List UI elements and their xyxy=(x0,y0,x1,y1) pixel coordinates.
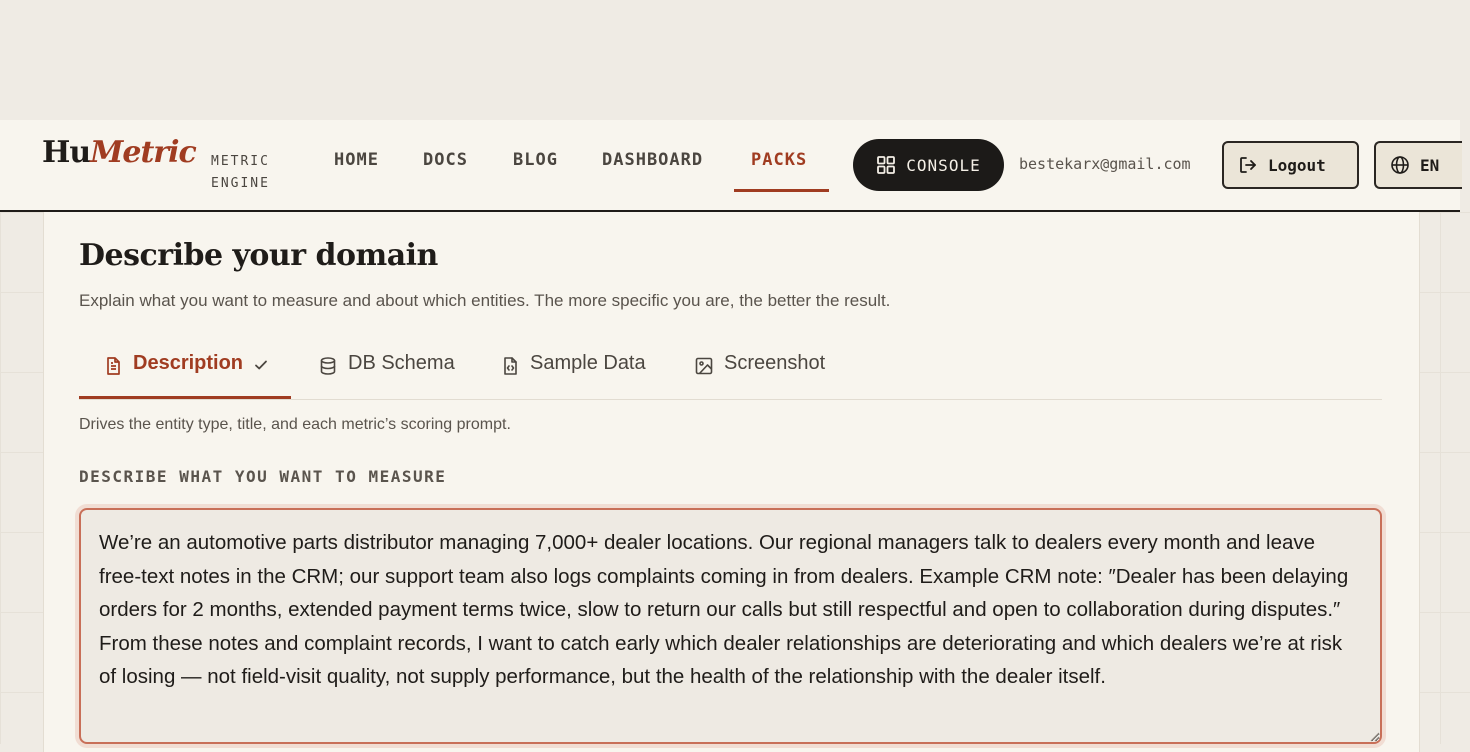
language-button[interactable]: EN xyxy=(1374,141,1462,189)
card-subtitle: Explain what you want to measure and abo… xyxy=(79,291,891,310)
nav-home[interactable]: HOME xyxy=(334,150,379,170)
tab-sample-data-label: Sample Data xyxy=(530,352,646,374)
tab-sample-data[interactable]: Sample Data xyxy=(500,352,646,398)
logo-text-hu: Hu xyxy=(42,135,91,170)
check-icon xyxy=(253,357,269,373)
nav-dashboard[interactable]: DASHBOARD xyxy=(602,150,703,170)
image-icon xyxy=(694,356,714,376)
nav-active-indicator xyxy=(734,189,829,192)
database-icon xyxy=(318,356,338,376)
globe-icon xyxy=(1390,155,1410,175)
logout-label: Logout xyxy=(1268,155,1326,175)
card-title: Describe your domain xyxy=(79,238,438,273)
console-label: CONSOLE xyxy=(906,155,981,175)
document-icon xyxy=(103,356,123,376)
console-button[interactable]: CONSOLE xyxy=(853,139,1004,191)
tab-description-label: Description xyxy=(133,352,244,374)
measure-description-textarea[interactable]: We’re an automotive parts distributor ma… xyxy=(79,508,1382,744)
nav-docs[interactable]: DOCS xyxy=(423,150,468,170)
nav-packs[interactable]: PACKS xyxy=(751,150,807,170)
tabs-divider xyxy=(79,399,1382,400)
code-file-icon xyxy=(500,356,520,376)
language-label: EN xyxy=(1420,155,1440,175)
tab-screenshot[interactable]: Screenshot xyxy=(694,352,825,398)
resize-handle-icon[interactable] xyxy=(1368,730,1380,742)
measure-field-label: DESCRIBE WHAT YOU WANT TO MEASURE xyxy=(79,467,447,486)
grid-icon xyxy=(876,155,896,175)
tab-db-schema[interactable]: DB Schema xyxy=(318,352,455,398)
logout-icon xyxy=(1238,155,1258,175)
logo[interactable]: HuMetric xyxy=(42,135,197,170)
logo-text-metric: Metric xyxy=(90,135,197,170)
tab-help-text: Drives the entity type, title, and each … xyxy=(79,416,511,433)
logout-button[interactable]: Logout xyxy=(1222,141,1359,189)
tab-description[interactable]: Description xyxy=(103,352,269,398)
nav-blog[interactable]: BLOG xyxy=(513,150,558,170)
tab-screenshot-label: Screenshot xyxy=(724,352,826,374)
user-email: bestekarx@gmail.com xyxy=(1019,155,1191,173)
logo-tagline: METRIC ENGINE xyxy=(211,154,270,191)
tab-db-schema-label: DB Schema xyxy=(348,352,455,374)
